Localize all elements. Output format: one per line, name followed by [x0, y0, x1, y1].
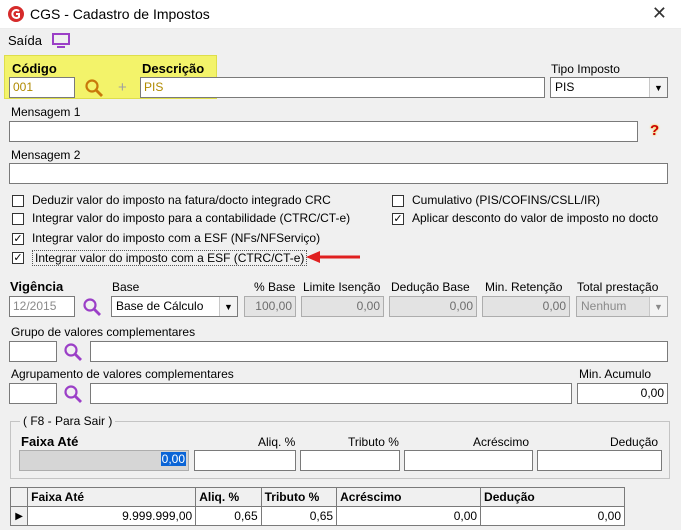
- agrupamento-desc-input[interactable]: [90, 383, 572, 404]
- faixa-ate-value: 0,00: [160, 452, 186, 466]
- search-icon[interactable]: [84, 78, 104, 98]
- checkbox-esf-ctrc[interactable]: ✓: [12, 252, 24, 264]
- checkbox-aplicar-desconto[interactable]: ✓: [392, 213, 404, 225]
- faixa-table[interactable]: Faixa Até Aliq. % Tributo % Acréscimo De…: [9, 487, 625, 526]
- table-cell[interactable]: 0,65: [195, 506, 262, 526]
- table-header-cell[interactable]: Tributo %: [260, 487, 338, 507]
- table-header-indicator: [9, 487, 29, 507]
- table-cell[interactable]: 0,65: [260, 506, 338, 526]
- agrupamento-code-input[interactable]: [9, 383, 57, 404]
- app-logo-icon: [8, 6, 24, 22]
- table-row[interactable]: ▶ 9.999.999,00 0,65 0,65 0,00 0,00: [9, 506, 625, 526]
- table-header-cell[interactable]: Acréscimo: [336, 487, 482, 507]
- tipo-imposto-select[interactable]: PIS ▼: [550, 77, 668, 98]
- checkbox-esf-ctrc-label: Integrar valor do imposto com a ESF (CTR…: [32, 250, 308, 266]
- mensagem1-input[interactable]: [9, 121, 638, 142]
- mensagem1-label: Mensagem 1: [11, 105, 81, 119]
- descricao-label: Descrição: [142, 61, 205, 76]
- title-bar: CGS - Cadastro de Impostos ✕: [0, 0, 681, 29]
- total-prestacao-label: Total prestação: [577, 280, 659, 294]
- tipo-imposto-value: PIS: [555, 80, 575, 94]
- deducao-label: Dedução: [610, 435, 659, 449]
- search-grupo-icon[interactable]: [63, 342, 83, 362]
- checkbox-esf-nfs-label: Integrar valor do imposto com a ESF (NFs…: [32, 231, 321, 245]
- grupo-label: Grupo de valores complementares: [11, 325, 196, 339]
- row-indicator-icon: ▶: [9, 506, 29, 526]
- chevron-down-icon[interactable]: ▼: [219, 297, 237, 316]
- min-retencao-label: Min. Retenção: [485, 280, 563, 294]
- checkbox-cumulativo-label: Cumulativo (PIS/COFINS/CSLL/IR): [412, 193, 601, 207]
- pct-base-label: % Base: [254, 280, 296, 294]
- table-cell[interactable]: 9.999.999,00: [27, 506, 197, 526]
- base-value: Base de Cálculo: [116, 299, 204, 313]
- vigencia-label: Vigência: [10, 279, 64, 294]
- limite-isencao-label: Limite Isenção: [303, 280, 381, 294]
- base-select[interactable]: Base de Cálculo ▼: [111, 296, 238, 317]
- faixa-ate-label: Faixa Até: [21, 434, 79, 449]
- mensagem2-label: Mensagem 2: [11, 148, 81, 162]
- grupo-code-input[interactable]: [9, 341, 57, 362]
- chevron-down-icon[interactable]: ▼: [649, 78, 667, 97]
- descricao-input[interactable]: PIS: [140, 77, 545, 98]
- tributo-label: Tributo %: [348, 435, 399, 449]
- checkbox-deduzir[interactable]: [12, 195, 24, 207]
- pct-base-input[interactable]: 100,00: [244, 296, 296, 317]
- min-retencao-input[interactable]: 0,00: [482, 296, 570, 317]
- table-cell[interactable]: 0,00: [480, 506, 625, 526]
- add-icon[interactable]: +: [118, 79, 127, 96]
- checkbox-deduzir-label: Deduzir valor do imposto na fatura/docto…: [32, 193, 331, 207]
- aliq-label: Aliq. %: [258, 435, 296, 449]
- table-cell[interactable]: 0,00: [336, 506, 482, 526]
- grupo-desc-input[interactable]: [90, 341, 668, 362]
- table-header-row: Faixa Até Aliq. % Tributo % Acréscimo De…: [9, 487, 625, 507]
- table-header-cell[interactable]: Faixa Até: [27, 487, 197, 507]
- help-icon[interactable]: ?: [650, 122, 659, 139]
- monitor-icon[interactable]: [52, 33, 70, 49]
- agrupamento-label: Agrupamento de valores complementares: [11, 367, 234, 381]
- tributo-input[interactable]: [300, 450, 400, 471]
- checkbox-cumulativo[interactable]: [392, 195, 404, 207]
- codigo-label: Código: [12, 61, 57, 76]
- acrescimo-input[interactable]: [404, 450, 533, 471]
- chevron-down-icon[interactable]: ▼: [649, 297, 667, 316]
- base-label: Base: [112, 280, 140, 294]
- min-acumulo-label: Min. Acumulo: [579, 367, 652, 381]
- codigo-input[interactable]: 001: [9, 77, 75, 98]
- acrescimo-label: Acréscimo: [473, 435, 530, 449]
- table-header-cell[interactable]: Aliq. %: [195, 487, 262, 507]
- search-agrupamento-icon[interactable]: [63, 384, 83, 404]
- window-title: CGS - Cadastro de Impostos: [30, 6, 210, 22]
- table-header-cell[interactable]: Dedução: [480, 487, 625, 507]
- deducao-base-input[interactable]: 0,00: [389, 296, 477, 317]
- faixa-groupbox-legend: ( F8 - Para Sair ): [20, 414, 116, 428]
- deducao-input[interactable]: [537, 450, 662, 471]
- min-acumulo-input[interactable]: 0,00: [577, 383, 668, 404]
- mensagem2-input[interactable]: [9, 163, 668, 184]
- aliq-input[interactable]: [194, 450, 296, 471]
- deducao-base-label: Dedução Base: [391, 280, 470, 294]
- search-vigencia-icon[interactable]: [82, 297, 102, 317]
- total-prestacao-value: Nenhum: [581, 299, 627, 313]
- menu-saida[interactable]: Saída: [8, 33, 42, 48]
- limite-isencao-input[interactable]: 0,00: [301, 296, 384, 317]
- checkbox-contabilidade[interactable]: [12, 213, 24, 225]
- close-button[interactable]: ✕: [652, 3, 667, 24]
- faixa-ate-input[interactable]: 0,00: [19, 450, 189, 471]
- vigencia-input[interactable]: 12/2015: [9, 296, 75, 317]
- red-arrow-icon: [306, 251, 360, 263]
- tipo-imposto-label: Tipo Imposto: [551, 62, 620, 76]
- checkbox-contabilidade-label: Integrar valor do imposto para a contabi…: [32, 211, 351, 225]
- checkbox-aplicar-desconto-label: Aplicar desconto do valor de imposto no …: [412, 211, 659, 225]
- total-prestacao-select[interactable]: Nenhum ▼: [576, 296, 668, 317]
- checkbox-esf-nfs[interactable]: ✓: [12, 233, 24, 245]
